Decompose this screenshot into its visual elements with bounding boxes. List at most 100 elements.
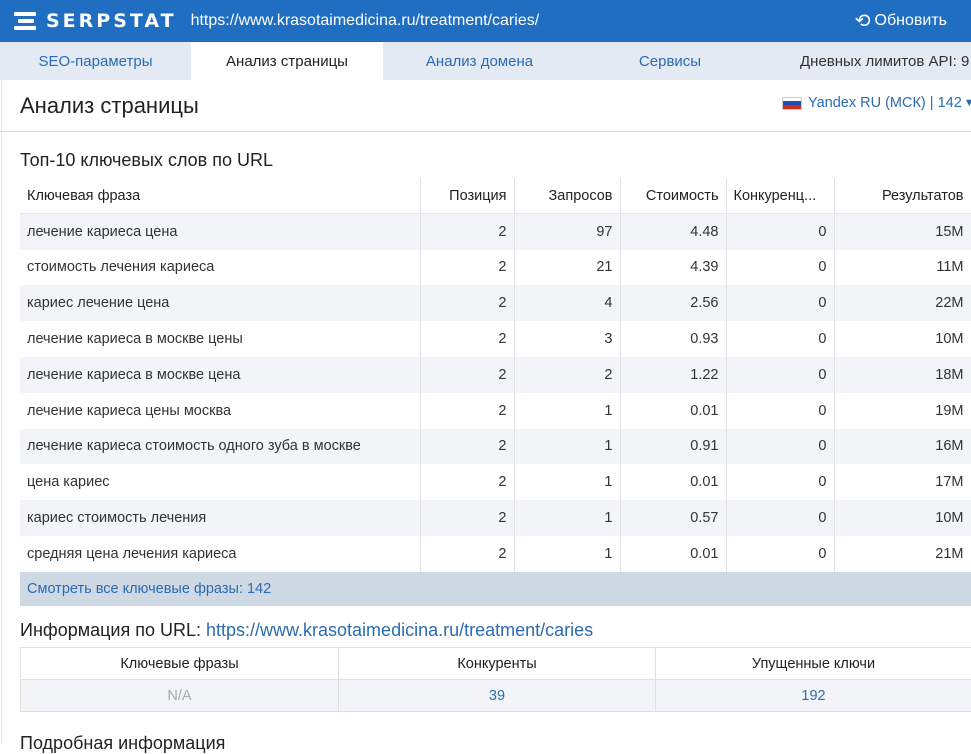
keyword-cell: лечение кариеса стоимость одного зуба в … — [20, 429, 420, 465]
results-cell: 19M — [834, 393, 971, 429]
keyword-cell: лечение кариеса цены москва — [20, 393, 420, 429]
url-info-header-missed-keys: Упущенные ключи — [656, 648, 971, 680]
refresh-label: Обновить — [875, 12, 947, 30]
table-row: лечение кариеса в москве цена221.22018M — [20, 357, 971, 393]
logo-text: SERPSTAT — [46, 10, 177, 32]
competition-cell: 0 — [726, 250, 834, 286]
position-cell: 2 — [420, 464, 514, 500]
table-header-row: Ключевая фраза Позиция Запросов Стоимост… — [20, 178, 971, 214]
competition-cell: 0 — [726, 464, 834, 500]
tab-seo-parameters[interactable]: SEO-параметры — [0, 42, 191, 80]
queries-cell: 4 — [514, 285, 620, 321]
cost-cell: 4.48 — [620, 214, 726, 250]
url-info-values-row: N/A 39 192 — [21, 680, 971, 712]
url-info-title-prefix: Информация по URL: — [20, 620, 201, 640]
table-row: кариес стоимость лечения210.57010M — [20, 500, 971, 536]
queries-cell: 1 — [514, 536, 620, 572]
cost-cell: 2.56 — [620, 285, 726, 321]
results-cell: 10M — [834, 321, 971, 357]
position-cell: 2 — [420, 536, 514, 572]
table-row: лечение кариеса цена2974.48015M — [20, 214, 971, 250]
position-cell: 2 — [420, 500, 514, 536]
position-cell: 2 — [420, 429, 514, 465]
cost-cell: 0.01 — [620, 536, 726, 572]
keyword-cell: средняя цена лечения кариеса — [20, 536, 420, 572]
cost-cell: 0.01 — [620, 464, 726, 500]
keyword-cell: кариес лечение цена — [20, 285, 420, 321]
competition-cell: 0 — [726, 393, 834, 429]
refresh-icon: ⟲ — [855, 10, 871, 33]
table-row: лечение кариеса цены москва210.01019M — [20, 393, 971, 429]
queries-cell: 1 — [514, 429, 620, 465]
column-header-results[interactable]: Результатов — [834, 178, 971, 214]
keyword-cell: стоимость лечения кариеса — [20, 250, 420, 286]
results-cell: 15M — [834, 214, 971, 250]
cost-cell: 0.01 — [620, 393, 726, 429]
competition-cell: 0 — [726, 321, 834, 357]
region-selector[interactable]: Yandex RU (МСК) | 142 ▼ — [782, 95, 971, 111]
position-cell: 2 — [420, 393, 514, 429]
results-cell: 17M — [834, 464, 971, 500]
keyword-cell: лечение кариеса в москве цена — [20, 357, 420, 393]
table-row: лечение кариеса в москве цены230.93010M — [20, 321, 971, 357]
url-info-section-title: Информация по URL: https://www.krasotaim… — [20, 620, 593, 641]
top-bar: SERPSTAT https://www.krasotaimedicina.ru… — [0, 0, 971, 42]
competition-cell: 0 — [726, 357, 834, 393]
caret-down-icon: ▼ — [964, 97, 971, 109]
table-row: лечение кариеса стоимость одного зуба в … — [20, 429, 971, 465]
table-row: цена кариес210.01017M — [20, 464, 971, 500]
russia-flag-icon — [782, 97, 802, 110]
competition-cell: 0 — [726, 500, 834, 536]
tab-domain-analysis[interactable]: Анализ домена — [383, 42, 576, 80]
region-label: Yandex RU (МСК) | 142 — [808, 95, 962, 111]
more-row: Смотреть все ключевые фразы: 142 — [20, 572, 971, 606]
url-info-missed-keys-value[interactable]: 192 — [656, 680, 971, 712]
queries-cell: 2 — [514, 357, 620, 393]
table-row: средняя цена лечения кариеса210.01021M — [20, 536, 971, 572]
queries-cell: 3 — [514, 321, 620, 357]
column-header-cost[interactable]: Стоимость — [620, 178, 726, 214]
keywords-section-title: Топ-10 ключевых слов по URL — [20, 150, 273, 171]
results-cell: 21M — [834, 536, 971, 572]
url-info-header-keywords: Ключевые фразы — [21, 648, 339, 680]
position-cell: 2 — [420, 321, 514, 357]
refresh-button[interactable]: ⟲ Обновить — [855, 0, 947, 42]
column-header-position[interactable]: Позиция — [420, 178, 514, 214]
results-cell: 11M — [834, 250, 971, 286]
table-row: кариес лечение цена242.56022M — [20, 285, 971, 321]
column-header-competition[interactable]: Конкуренц... — [726, 178, 834, 214]
queries-cell: 1 — [514, 393, 620, 429]
queries-cell: 1 — [514, 464, 620, 500]
competition-cell: 0 — [726, 429, 834, 465]
url-info-link[interactable]: https://www.krasotaimedicina.ru/treatmen… — [206, 620, 593, 640]
results-cell: 10M — [834, 500, 971, 536]
page-title: Анализ страницы — [20, 93, 199, 119]
url-display: https://www.krasotaimedicina.ru/treatmen… — [191, 12, 540, 30]
results-cell: 16M — [834, 429, 971, 465]
tab-services[interactable]: Сервисы — [576, 42, 764, 80]
cost-cell: 1.22 — [620, 357, 726, 393]
position-cell: 2 — [420, 250, 514, 286]
competition-cell: 0 — [726, 214, 834, 250]
serpstat-logo[interactable]: SERPSTAT — [14, 10, 177, 32]
cost-cell: 4.39 — [620, 250, 726, 286]
url-info-competitors-value[interactable]: 39 — [339, 680, 656, 712]
position-cell: 2 — [420, 214, 514, 250]
keyword-cell: лечение кариеса в москве цены — [20, 321, 420, 357]
url-info-keywords-value: N/A — [21, 680, 339, 712]
tab-page-analysis[interactable]: Анализ страницы — [191, 42, 383, 80]
view-all-keywords-link[interactable]: Смотреть все ключевые фразы: 142 — [20, 572, 971, 606]
column-header-queries[interactable]: Запросов — [514, 178, 620, 214]
url-info-header-competitors: Конкуренты — [339, 648, 656, 680]
results-cell: 22M — [834, 285, 971, 321]
url-info-table: Ключевые фразы Конкуренты Упущенные ключ… — [20, 647, 971, 712]
cost-cell: 0.57 — [620, 500, 726, 536]
queries-cell: 97 — [514, 214, 620, 250]
url-info-header-row: Ключевые фразы Конкуренты Упущенные ключ… — [21, 648, 971, 680]
column-header-keyword[interactable]: Ключевая фраза — [20, 178, 420, 214]
logo-icon — [14, 12, 40, 30]
table-row: стоимость лечения кариеса2214.39011M — [20, 250, 971, 286]
keyword-cell: лечение кариеса цена — [20, 214, 420, 250]
position-cell: 2 — [420, 357, 514, 393]
page-header: Анализ страницы Yandex RU (МСК) | 142 ▼ — [0, 80, 971, 132]
